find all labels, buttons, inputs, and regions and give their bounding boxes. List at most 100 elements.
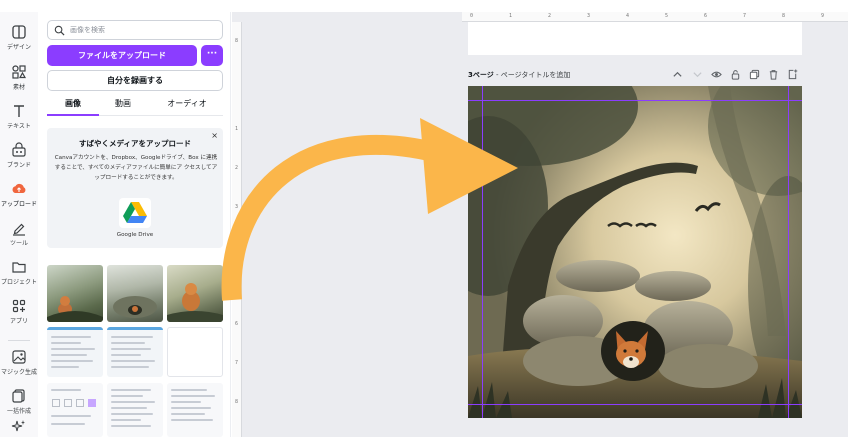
more-options-button[interactable]: ··· (201, 45, 223, 66)
rail-item-apps[interactable]: アプリ (0, 294, 38, 332)
uploaded-image-thumbnail[interactable] (47, 265, 103, 322)
chevron-down-icon[interactable] (692, 69, 703, 80)
chevron-up-icon[interactable] (672, 69, 683, 80)
text-line (51, 366, 79, 368)
uploaded-document-thumbnail[interactable] (107, 383, 163, 437)
trash-icon[interactable] (768, 69, 779, 80)
margin-guide (468, 404, 802, 405)
lock-icon[interactable] (730, 69, 741, 80)
add-page-icon[interactable] (787, 69, 798, 80)
upload-files-button[interactable]: ファイルをアップロード (47, 45, 197, 66)
ruler-number: 8 (782, 13, 786, 19)
text-line (111, 354, 141, 356)
tab-videos[interactable]: 動画 (99, 98, 147, 109)
vertical-ruler[interactable]: 8 1 2 3 4 5 6 7 8 (232, 22, 242, 437)
ruler-number: 4 (235, 243, 239, 249)
magic-media-icon (12, 350, 26, 364)
uploaded-blank-thumbnail[interactable] (167, 327, 223, 377)
left-rail: デザイン 素材 テキスト ブランド アップロード ツール プロジェクト アプリ … (0, 12, 38, 437)
eye-icon[interactable] (711, 69, 722, 80)
cave-illustration-thumbnail (113, 296, 157, 318)
media-tabs: 画像 動画 オーディオ (47, 96, 223, 116)
uploaded-image-thumbnail[interactable] (167, 265, 223, 322)
uploaded-image-thumbnail[interactable] (107, 265, 163, 322)
page-toolbar (672, 68, 802, 82)
rail-item-more[interactable] (0, 418, 38, 434)
page-artboard[interactable] (468, 86, 802, 418)
text-line (111, 360, 155, 362)
google-drive-label: Google Drive (116, 232, 154, 238)
folder-icon (12, 262, 26, 273)
horizontal-ruler[interactable]: 0 1 2 3 4 5 6 7 8 9 (462, 12, 848, 22)
margin-guide (468, 100, 802, 101)
rail-item-elements[interactable]: 素材 (0, 60, 38, 98)
ruler-number: 1 (509, 13, 513, 19)
rail-label: ブランド (6, 162, 31, 169)
ruler-number: 3 (587, 13, 591, 19)
ruler-number: 5 (235, 282, 239, 288)
rail-item-magic-media[interactable]: マジック生成 (0, 345, 38, 383)
rail-divider (8, 340, 30, 341)
design-icon (12, 25, 26, 39)
bulk-create-icon (12, 389, 25, 403)
ruler-number: 4 (626, 13, 630, 19)
previous-page[interactable] (468, 22, 802, 55)
rail-item-bulk-create[interactable]: 一括作成 (0, 384, 38, 422)
checkbox-shape (52, 399, 60, 407)
promo-title: すばやくメディアをアップロード (79, 139, 191, 148)
text-line (51, 354, 87, 356)
text-line (111, 389, 151, 391)
search-input[interactable] (70, 23, 218, 37)
page-title-input[interactable]: - ページタイトルを追加 (494, 71, 570, 79)
rail-item-brand[interactable]: ブランド (0, 138, 38, 176)
fox-in-cave-illustration (468, 86, 802, 418)
search-box[interactable] (47, 20, 223, 40)
uploaded-document-thumbnail[interactable] (47, 383, 103, 437)
ruler-number: 2 (548, 13, 552, 19)
rail-label: 一括作成 (6, 408, 31, 415)
rail-label: 素材 (12, 84, 25, 91)
ruler-number: 8 (235, 399, 239, 405)
text-line (51, 336, 91, 338)
duplicate-icon[interactable] (749, 69, 760, 80)
google-drive-button[interactable] (119, 198, 151, 228)
text-line (111, 395, 143, 397)
ruler-number: 9 (821, 13, 825, 19)
rail-item-text[interactable]: テキスト (0, 99, 38, 137)
uploaded-document-thumbnail[interactable] (167, 383, 223, 437)
sparkle-icon (11, 420, 25, 432)
rail-label: テキスト (7, 123, 31, 130)
rail-label: デザイン (6, 44, 31, 51)
uploaded-document-thumbnail[interactable] (107, 327, 163, 377)
text-line (51, 415, 91, 417)
rail-label: マジック生成 (0, 369, 37, 376)
active-tab-indicator (47, 114, 99, 116)
fox-sitting-thumbnail (167, 283, 223, 322)
tab-audio[interactable]: オーディオ (155, 98, 219, 109)
uploaded-document-thumbnail[interactable] (47, 327, 103, 377)
rail-item-uploads[interactable]: アップロード (0, 177, 38, 215)
checkbox-shape (64, 399, 72, 407)
text-line (51, 348, 95, 350)
ruler-number: 8 (235, 38, 239, 44)
brand-icon (12, 142, 26, 157)
ruler-number: 7 (235, 360, 239, 366)
rail-item-projects[interactable]: プロジェクト (0, 255, 38, 293)
text-line (51, 342, 81, 344)
rail-item-design[interactable]: デザイン (0, 20, 38, 58)
uploads-panel: ファイルをアップロード ··· 自分を録画する 画像 動画 オーディオ × すば… (38, 12, 231, 437)
rail-item-draw[interactable]: ツール (0, 216, 38, 254)
text-line (171, 389, 207, 391)
record-yourself-button[interactable]: 自分を録画する (47, 70, 223, 91)
text-line (51, 423, 85, 425)
text-line (111, 366, 149, 368)
tab-images[interactable]: 画像 (47, 98, 99, 109)
checkbox-shape (76, 399, 84, 407)
ruler-number: 5 (665, 13, 669, 19)
text-line (51, 360, 93, 362)
connect-storage-card: × すばやくメディアをアップロード Canvaアカウントを、Dropbox、Go… (47, 128, 223, 248)
page-number: 3ページ (468, 71, 494, 79)
text-line (111, 401, 155, 403)
ruler-number: 0 (470, 13, 474, 19)
margin-guide (788, 86, 789, 418)
